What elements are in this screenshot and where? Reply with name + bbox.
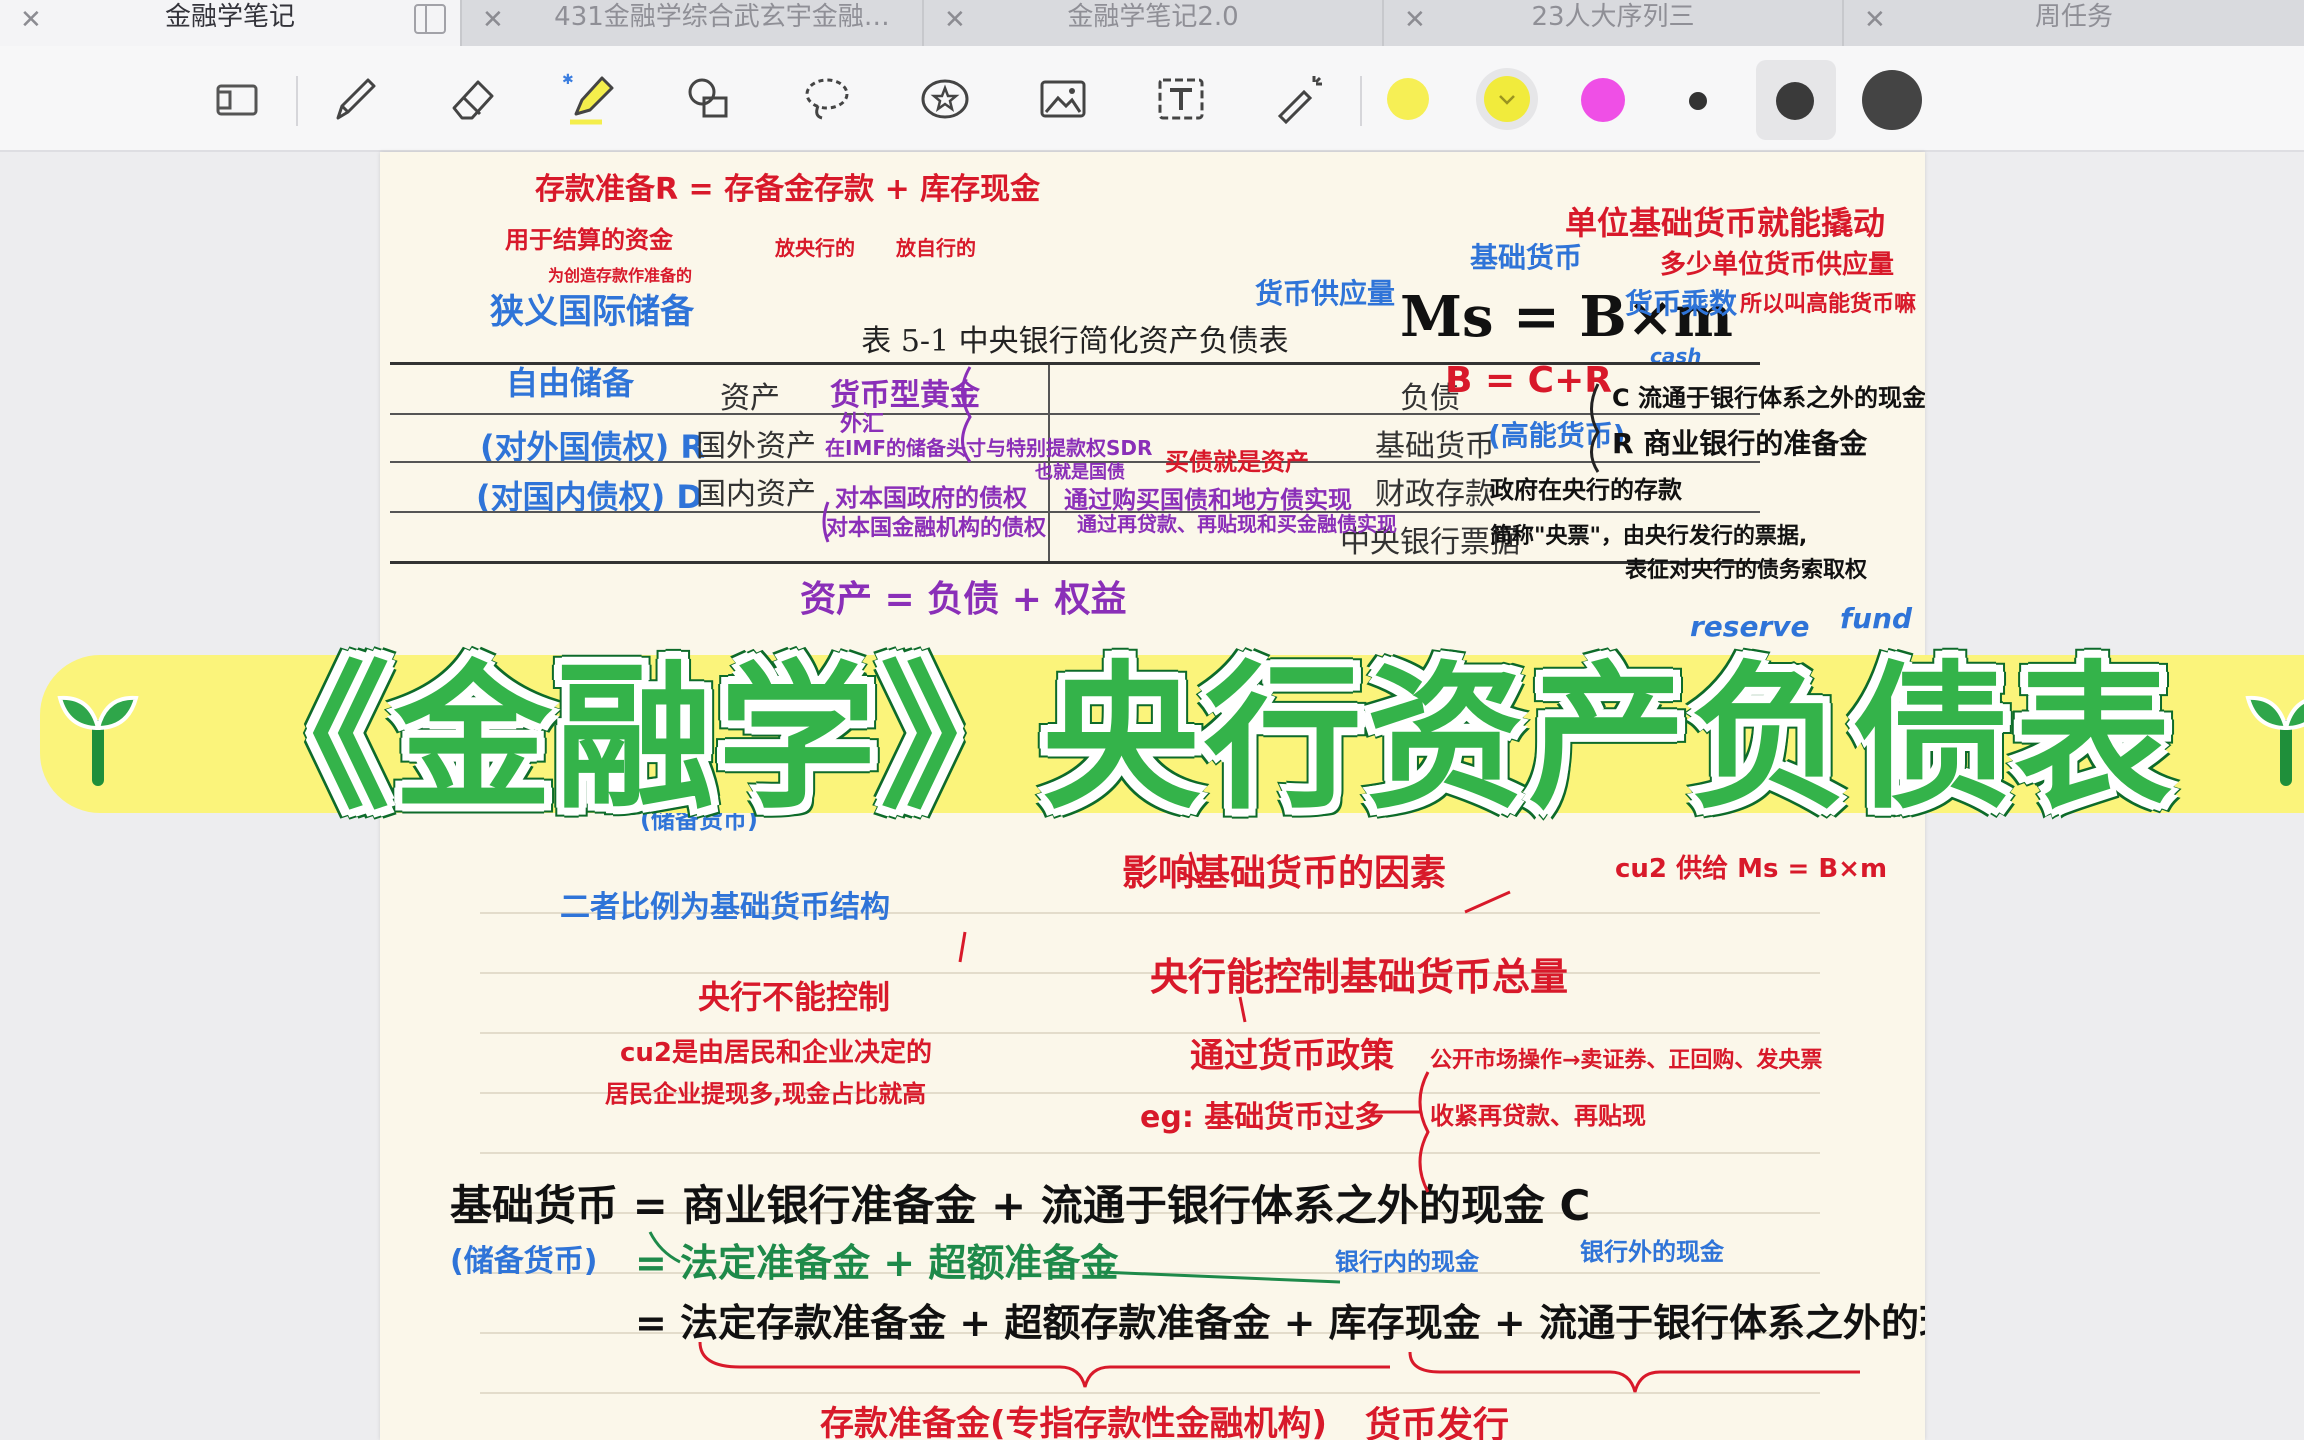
eraser-icon[interactable]	[442, 68, 504, 130]
tab-bar: ✕ 金融学笔记 ✕ 431金融学综合武玄宇金融… ✕ 金融学笔记2.0 ✕ 23…	[0, 0, 2304, 46]
image-icon[interactable]	[1032, 68, 1094, 130]
tab-label: 金融学笔记	[164, 2, 295, 32]
size-large[interactable]	[1862, 70, 1922, 130]
size-small[interactable]	[1689, 92, 1707, 110]
tab-item[interactable]: ✕ 周任务	[1842, 0, 2304, 46]
svg-text:✱: ✱	[562, 72, 574, 88]
toolbar-divider	[296, 76, 298, 126]
tab-label: 周任务	[2034, 2, 2113, 32]
lasso-icon[interactable]	[796, 68, 858, 130]
sticker-icon[interactable]	[914, 68, 976, 130]
tab-active[interactable]: ✕ 金融学笔记	[0, 0, 460, 46]
shapes-icon[interactable]	[678, 68, 740, 130]
sprout-icon	[2245, 695, 2304, 786]
size-medium[interactable]	[1776, 82, 1814, 120]
tab-label: 431金融学综合武玄宇金融…	[554, 2, 890, 32]
laser-pointer-icon[interactable]	[1268, 68, 1330, 130]
toolbar: ✱	[0, 46, 2304, 152]
tab-item[interactable]: ✕ 23人大序列三	[1382, 0, 1842, 46]
text-icon[interactable]	[1150, 68, 1212, 130]
color-swatch-yellow[interactable]	[1387, 78, 1429, 120]
toolbar-divider	[1360, 76, 1362, 126]
color-swatch-magenta[interactable]	[1581, 78, 1625, 122]
tab-label: 金融学笔记2.0	[1067, 2, 1239, 32]
tab-item[interactable]: ✕ 金融学笔记2.0	[922, 0, 1382, 46]
close-tab-icon[interactable]: ✕	[482, 0, 504, 46]
page-view-icon[interactable]	[206, 68, 268, 130]
banner-title: 《金融学》央行资产负债表	[232, 647, 2176, 831]
tab-item[interactable]: ✕ 431金融学综合武玄宇金融…	[460, 0, 922, 46]
sprout-icon	[57, 695, 139, 786]
pen-icon[interactable]	[324, 68, 386, 130]
split-view-icon[interactable]	[414, 4, 446, 34]
color-swatch-yellow-selected[interactable]	[1484, 76, 1530, 122]
tab-label: 23人大序列三	[1531, 2, 1695, 32]
highlighter-icon[interactable]: ✱	[560, 68, 622, 130]
